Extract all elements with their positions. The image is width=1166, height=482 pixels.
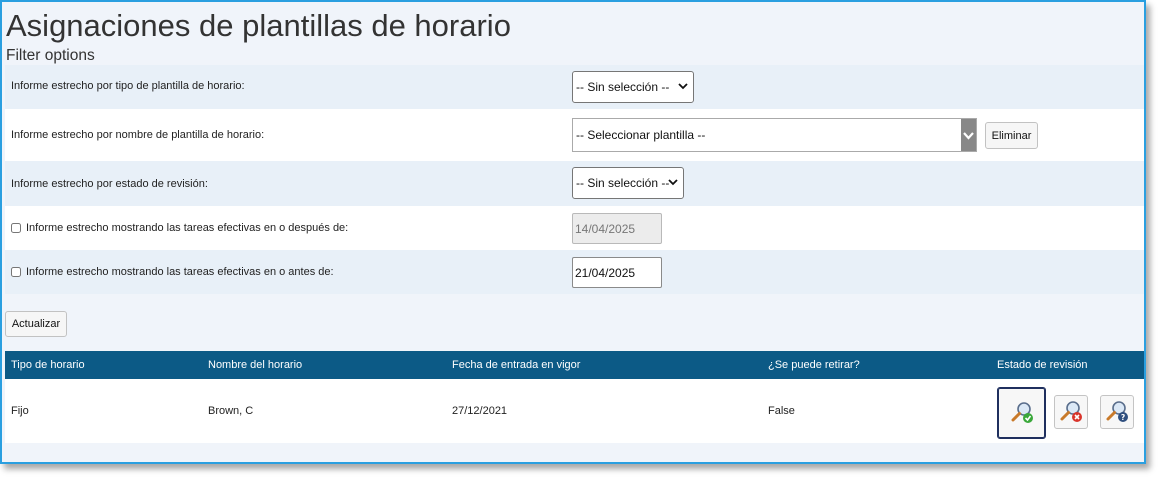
svg-text:?: ? [1121,413,1125,422]
after-date-checkbox[interactable] [11,223,21,233]
filter-row-before: Informe estrecho mostrando las tareas ef… [5,250,1144,294]
page-title: Asignaciones de plantillas de horario [6,8,511,43]
filter-row-after: Informe estrecho mostrando las tareas ef… [5,206,1144,250]
schedule-template-select[interactable]: -- Seleccionar plantilla -- [572,118,977,152]
before-date-input[interactable]: 21/04/2025 [572,257,662,288]
chevron-down-icon [961,119,976,151]
column-header[interactable]: Nombre del horario [208,359,302,371]
cell-schedule-type: Fijo [11,405,29,417]
table-row: Fijo Brown, C 27/12/2021 False ? [5,379,1144,443]
filter-before-label: Informe estrecho mostrando las tareas ef… [11,266,334,278]
filter-after-text: Informe estrecho mostrando las tareas ef… [26,222,349,234]
cell-can-withdraw: False [768,405,795,417]
chevron-down-icon [678,81,688,94]
filter-options-heading: Filter options [6,47,95,64]
review-status-select-value: -- Sin selección -- [576,176,670,190]
reject-review-button[interactable] [1054,395,1088,429]
filter-row-review: Informe estrecho por estado de revisión:… [5,161,1144,206]
schedule-template-select-value: -- Seleccionar plantilla -- [576,128,706,142]
remove-template-button[interactable]: Eliminar [985,122,1038,149]
approve-review-icon [1010,400,1034,427]
approve-review-button[interactable] [997,387,1046,439]
table-header: Tipo de horario Nombre del horario Fecha… [5,351,1144,379]
schedule-type-select[interactable]: -- Sin selección -- [572,71,694,103]
chevron-down-icon [668,177,678,190]
column-header[interactable]: Fecha de entrada en vigor [452,359,580,371]
filter-after-label: Informe estrecho mostrando las tareas ef… [11,222,348,234]
reject-review-icon [1059,399,1083,426]
before-date-checkbox[interactable] [11,267,21,277]
after-date-input[interactable]: 14/04/2025 [572,213,662,244]
review-status-select[interactable]: -- Sin selección -- [572,167,684,199]
column-header[interactable]: ¿Se puede retirar? [768,359,860,371]
update-button[interactable]: Actualizar [5,311,67,337]
pending-review-button[interactable]: ? [1100,395,1134,429]
filter-review-label: Informe estrecho por estado de revisión: [11,178,208,190]
filter-name-label: Informe estrecho por nombre de plantilla… [11,129,265,141]
column-header[interactable]: Tipo de horario [11,359,85,371]
column-header[interactable]: Estado de revisión [997,359,1088,371]
filter-type-label: Informe estrecho por tipo de plantilla d… [11,80,245,92]
filter-row-name: Informe estrecho por nombre de plantilla… [5,109,1144,161]
pending-review-icon: ? [1105,399,1129,426]
filter-row-type: Informe estrecho por tipo de plantilla d… [5,65,1144,109]
app-window: Asignaciones de plantillas de horario Fi… [0,0,1146,464]
cell-schedule-name: Brown, C [208,405,254,417]
schedule-type-select-value: -- Sin selección -- [576,80,670,94]
filter-before-text: Informe estrecho mostrando las tareas ef… [26,266,334,278]
cell-effective-date: 27/12/2021 [452,405,508,417]
